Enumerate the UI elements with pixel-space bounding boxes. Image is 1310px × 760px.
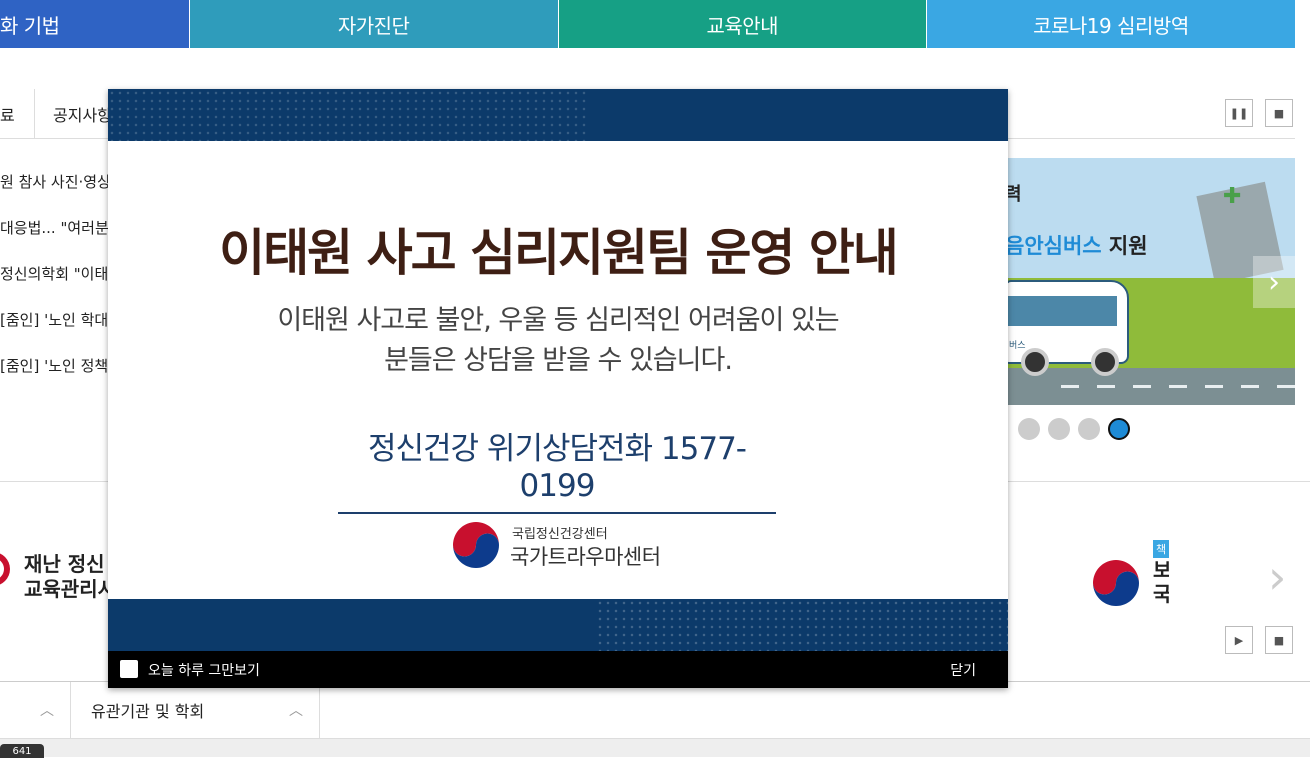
taegeuk-logo-icon: [0, 552, 10, 586]
popup-title: 이태원 사고 심리지원팀 운영 안내: [219, 224, 899, 282]
stop-button[interactable]: ■: [1265, 626, 1293, 654]
chevron-right-icon: ›: [1268, 550, 1287, 604]
dont-show-today-checkbox[interactable]: [120, 660, 138, 678]
popup-description: 이태원 사고로 불안, 우울 등 심리적인 어려움이 있는 분들은 상담을 받을…: [277, 305, 839, 376]
popup-bottom-band: [108, 599, 1008, 651]
play-button[interactable]: ▶: [1225, 626, 1253, 654]
board-tab-data[interactable]: 료: [0, 89, 35, 139]
crisis-phone-line: 정신건강 위기상담전화 1577-0199: [338, 423, 776, 514]
banner-line2: 음안심버스 지원: [1005, 234, 1148, 258]
chevron-up-icon: ︿: [289, 703, 303, 719]
pause-button[interactable]: ❚❚: [1225, 99, 1253, 127]
wheel: [1021, 348, 1049, 376]
footer-bar: [0, 738, 1310, 757]
play-icon: ▶: [1234, 633, 1244, 647]
nav-item-education[interactable]: 교육안내: [557, 0, 926, 48]
stop-icon: ■: [1273, 633, 1285, 647]
banner-pagination: [1018, 418, 1130, 440]
nav-item-covid19[interactable]: 코로나19 심리방역: [925, 0, 1295, 48]
board-list: 원 참사 사진·영상 대응법... "여러분 정신의학회 "이태 [줌인] '노…: [0, 172, 110, 402]
nav-item-techniques[interactable]: 화 기법: [0, 0, 189, 48]
pause-icon: ❚❚: [1229, 106, 1249, 120]
pagination-dot[interactable]: [1048, 418, 1070, 440]
pagination-dot[interactable]: [1078, 418, 1100, 440]
dont-show-today-label[interactable]: 오늘 하루 그만보기: [148, 660, 260, 680]
bus-label: 버스: [1009, 341, 1026, 351]
chevron-right-icon: ›: [1268, 264, 1280, 300]
stop-icon: ■: [1273, 106, 1285, 120]
pagination-dot[interactable]: [1018, 418, 1040, 440]
org-name: 국가트라우마센터: [510, 545, 661, 569]
nav-item-self-diagnosis[interactable]: 자가진단: [188, 0, 558, 48]
notice-popup: 이태원 사고 심리지원팀 운영 안내 이태원 사고로 불안, 우울 등 심리적인…: [108, 89, 1008, 688]
chevron-up-icon: ︿: [40, 703, 54, 719]
top-nav: 화 기법 자가진단 교육안내 코로나19 심리방역: [0, 0, 1295, 48]
banner-next-button[interactable]: ›: [1253, 256, 1295, 308]
partners-next-button[interactable]: ›: [1268, 550, 1286, 604]
footer-dropdown-label: 유관기관 및 학회: [91, 702, 205, 721]
list-item[interactable]: 대응법... "여러분: [0, 218, 110, 264]
footer-dropdown-1[interactable]: ︿: [0, 682, 71, 738]
popup-top-band: [108, 89, 1008, 141]
list-item[interactable]: 정신의학회 "이태: [0, 264, 110, 310]
partner-badge: 책: [1153, 540, 1170, 558]
footer-dropdown-related-orgs[interactable]: 유관기관 및 학회 ︿: [71, 682, 320, 738]
taegeuk-logo-icon: [1090, 557, 1142, 609]
close-button[interactable]: 닫기: [950, 660, 976, 680]
pagination-dot-active[interactable]: [1108, 418, 1130, 440]
list-item[interactable]: [줌인] '노인 학대: [0, 310, 110, 356]
org-sub-name: 국립정신건강센터: [512, 527, 608, 542]
stop-button[interactable]: ■: [1265, 99, 1293, 127]
wheel: [1091, 348, 1119, 376]
cross-icon: ✚: [1223, 184, 1242, 209]
promo-banner[interactable]: ✚ 버스 력 음안심버스 지원 ›: [1005, 158, 1295, 405]
list-item[interactable]: 원 참사 사진·영상: [0, 172, 110, 218]
taegeuk-logo-icon: [451, 520, 501, 570]
list-item[interactable]: [줌인] '노인 정책: [0, 356, 110, 402]
popup-footer: 오늘 하루 그만보기 닫기: [108, 651, 1008, 688]
